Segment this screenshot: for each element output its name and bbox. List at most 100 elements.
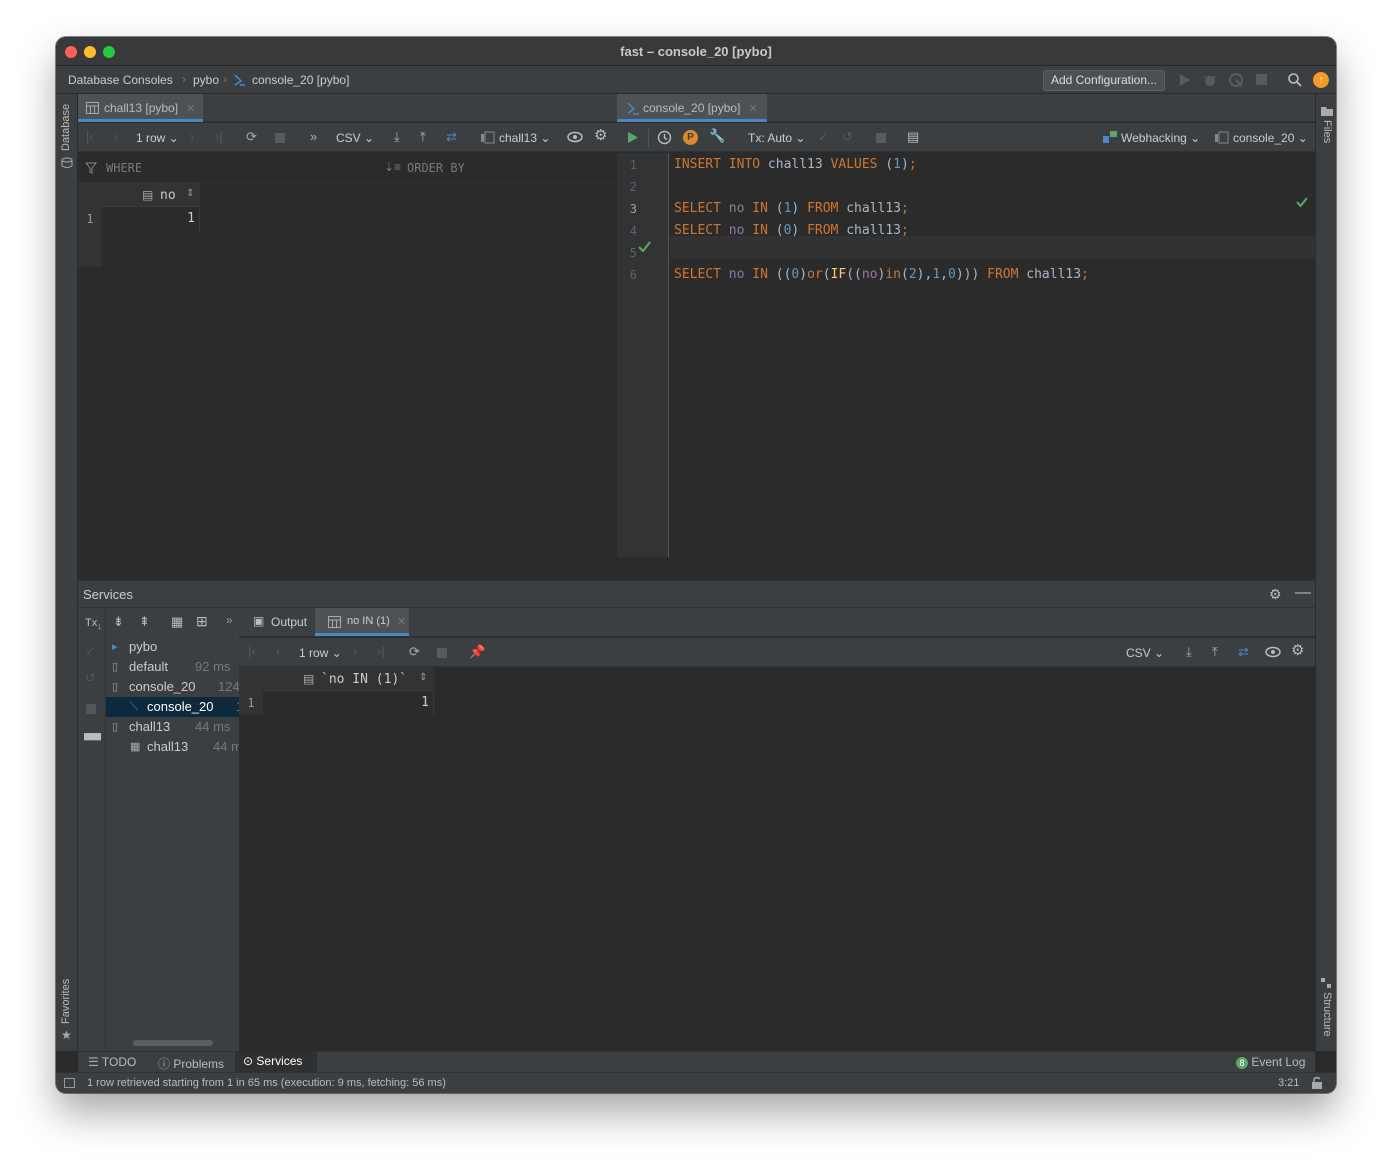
- first-page-icon[interactable]: |‹: [248, 645, 256, 659]
- next-page-icon[interactable]: ›: [353, 645, 357, 659]
- stop-icon[interactable]: [437, 648, 447, 658]
- stop-icon[interactable]: [876, 133, 886, 143]
- row-count-dropdown[interactable]: 1 row ⌄: [136, 131, 179, 145]
- favorites-tool-window-button[interactable]: Favorites: [60, 979, 72, 1024]
- compare-icon[interactable]: ⇄: [1238, 645, 1249, 659]
- structure-tool-window-button[interactable]: Structure: [1321, 992, 1333, 1037]
- line-number[interactable]: 5: [617, 246, 637, 260]
- line-number[interactable]: 1: [617, 158, 637, 172]
- close-tab-icon[interactable]: ✕: [397, 615, 406, 628]
- settings-icon[interactable]: ⚙: [1269, 586, 1282, 603]
- export-icon[interactable]: ⤓: [1186, 645, 1192, 659]
- export-format-dropdown[interactable]: CSV ⌄: [1126, 646, 1164, 660]
- event-log-tool-button[interactable]: 8 Event Log: [1236, 1055, 1305, 1069]
- stop-icon[interactable]: [1256, 74, 1267, 85]
- next-page-icon[interactable]: ›: [190, 130, 194, 144]
- coverage-icon[interactable]: [1228, 72, 1244, 88]
- export-format-dropdown[interactable]: CSV ⌄: [336, 131, 374, 145]
- tree-item[interactable]: ▦ chall13 44 ms: [106, 737, 239, 757]
- database-tool-window-button[interactable]: Database: [60, 104, 72, 151]
- breadcrumb-console[interactable]: console_20 [pybo]: [252, 73, 349, 87]
- tree-item[interactable]: ▯ console_20 124 r: [106, 677, 239, 697]
- transaction-icon[interactable]: Tx↓: [85, 617, 102, 631]
- commit-icon[interactable]: ✓: [85, 644, 96, 660]
- lock-icon[interactable]: [1311, 1076, 1324, 1090]
- rollback-icon[interactable]: ↺: [85, 670, 96, 686]
- tree-item[interactable]: ▸ pybo: [106, 637, 239, 657]
- more-actions-icon[interactable]: »: [310, 130, 317, 144]
- sort-toggle-icon[interactable]: ⇕: [186, 188, 194, 199]
- horizontal-scrollbar[interactable]: [133, 1040, 213, 1046]
- settings-icon[interactable]: ⚙: [594, 128, 607, 143]
- order-by-input[interactable]: ORDER BY: [407, 161, 465, 175]
- pin-icon[interactable]: 📌: [469, 645, 485, 659]
- caret-position[interactable]: 3:21: [1278, 1077, 1299, 1089]
- where-filter-input[interactable]: WHERE: [106, 161, 142, 175]
- transaction-mode-dropdown[interactable]: Tx: Auto ⌄: [748, 131, 805, 145]
- history-icon[interactable]: [657, 130, 672, 145]
- output-layout-icon[interactable]: ▤: [907, 130, 919, 144]
- tab-output[interactable]: ▣ Output: [239, 608, 315, 636]
- problems-tool-button[interactable]: ⓘ Problems: [158, 1055, 224, 1072]
- tree-item[interactable]: ⟍console_2012: [106, 697, 239, 717]
- code-line[interactable]: SELECT no IN (1) FROM chall13;: [674, 201, 909, 216]
- table-cell[interactable]: 1: [102, 207, 200, 231]
- code-line[interactable]: INSERT INTO chall13 VALUES (1);: [674, 157, 917, 172]
- tab-chall13[interactable]: chall13 [pybo] ✕: [78, 94, 203, 122]
- column-header[interactable]: ▤ `no IN (1)` ⇕: [263, 667, 434, 691]
- breadcrumb-pybo[interactable]: pybo: [193, 73, 219, 87]
- settings-icon[interactable]: ⚙: [1291, 643, 1304, 658]
- search-icon[interactable]: [1287, 72, 1303, 88]
- previous-page-icon[interactable]: ‹: [276, 645, 280, 659]
- close-tab-icon[interactable]: ✕: [186, 103, 195, 115]
- view-icon[interactable]: [1265, 646, 1281, 658]
- first-page-icon[interactable]: |‹: [86, 130, 94, 144]
- collapse-all-icon[interactable]: ⇞: [139, 614, 150, 630]
- wrench-icon[interactable]: 🔧: [709, 129, 725, 143]
- row-count-dropdown[interactable]: 1 row ⌄: [299, 646, 342, 660]
- row-number[interactable]: 1: [78, 207, 102, 231]
- rollback-icon[interactable]: ↺: [842, 130, 853, 144]
- code-line[interactable]: SELECT no IN ((0)or(IF((no)in(2),1,0))) …: [674, 267, 1089, 282]
- todo-tool-button[interactable]: ☰ TODO: [88, 1055, 136, 1069]
- line-number[interactable]: 4: [617, 224, 637, 238]
- view-icon[interactable]: [567, 131, 583, 143]
- line-number[interactable]: 2: [617, 180, 637, 194]
- table-cell[interactable]: 1: [263, 691, 434, 715]
- more-actions-icon[interactable]: »: [226, 613, 233, 627]
- reload-icon[interactable]: ⟳: [409, 645, 420, 659]
- table-selector-dropdown[interactable]: chall13 ⌄: [499, 131, 550, 145]
- row-number[interactable]: 1: [239, 691, 263, 715]
- previous-page-icon[interactable]: ‹: [114, 130, 118, 144]
- column-header[interactable]: ▤ no ⇕: [102, 183, 200, 207]
- files-tool-window-button[interactable]: Files: [1321, 120, 1333, 143]
- tree-item[interactable]: ▯ chall13 44 ms: [106, 717, 239, 737]
- toggle-tool-windows-icon[interactable]: [64, 1078, 75, 1088]
- group-by-icon[interactable]: ▦: [171, 614, 183, 630]
- datasource-dropdown[interactable]: Webhacking ⌄: [1121, 131, 1200, 145]
- run-icon[interactable]: [1179, 73, 1191, 87]
- sql-editor[interactable]: 123456 INSERT INTO chall13 VALUES (1); SE…: [617, 153, 1315, 557]
- import-icon[interactable]: ⤒: [420, 130, 426, 144]
- add-configuration-button[interactable]: Add Configuration...: [1043, 70, 1165, 91]
- stop-icon[interactable]: [86, 704, 96, 714]
- add-service-icon[interactable]: ⊞: [196, 613, 208, 630]
- debug-icon[interactable]: [1202, 72, 1218, 88]
- commit-icon[interactable]: ✓: [818, 130, 829, 144]
- hide-panel-icon[interactable]: —: [1295, 584, 1311, 602]
- import-icon[interactable]: ⤒: [1212, 645, 1218, 659]
- line-number[interactable]: 6: [617, 268, 637, 282]
- execute-icon[interactable]: [627, 131, 639, 144]
- reload-icon[interactable]: ⟳: [246, 130, 257, 144]
- layout-icon[interactable]: ▀▀: [84, 733, 101, 747]
- update-badge-icon[interactable]: ↑: [1313, 72, 1329, 88]
- tab-result[interactable]: no IN (1) ✕: [315, 608, 409, 636]
- tab-console-20[interactable]: console_20 [pybo] ✕: [617, 94, 767, 122]
- stop-icon[interactable]: [275, 133, 285, 143]
- export-icon[interactable]: ⤓: [394, 130, 400, 144]
- close-tab-icon[interactable]: ✕: [748, 103, 757, 115]
- code-line[interactable]: SELECT no IN (0) FROM chall13;: [674, 223, 909, 238]
- console-selector-dropdown[interactable]: console_20 ⌄: [1233, 131, 1308, 145]
- explain-plan-icon[interactable]: P: [683, 130, 698, 145]
- breadcrumb-database-consoles[interactable]: Database Consoles: [68, 73, 173, 87]
